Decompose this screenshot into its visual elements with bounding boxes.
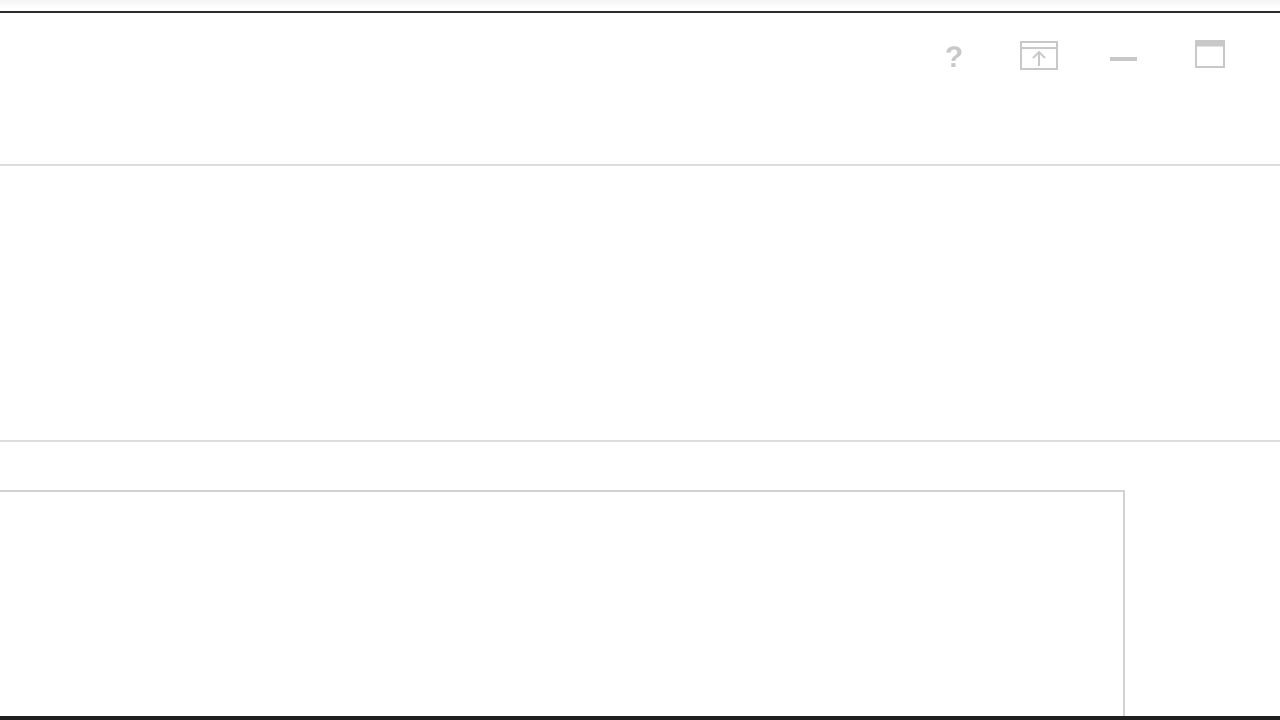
maximize-button[interactable] [1185, 37, 1233, 77]
window-title-bar: ? [0, 13, 1280, 163]
screen-bottom-edge [0, 716, 1280, 720]
minimize-button[interactable] [1100, 37, 1148, 77]
window-controls: ? [930, 37, 1250, 77]
popout-button[interactable] [1015, 37, 1063, 77]
help-button[interactable]: ? [930, 37, 978, 77]
popout-icon [1020, 41, 1058, 70]
section-divider [0, 440, 1280, 442]
minimize-icon [1110, 57, 1137, 61]
content-frame [0, 490, 1125, 720]
maximize-icon [1195, 40, 1225, 68]
screen-top-edge [0, 0, 1280, 13]
question-mark-icon: ? [945, 41, 963, 74]
empty-panel [0, 166, 1280, 440]
svg-text:?: ? [945, 41, 963, 74]
screen: ? [0, 0, 1280, 720]
